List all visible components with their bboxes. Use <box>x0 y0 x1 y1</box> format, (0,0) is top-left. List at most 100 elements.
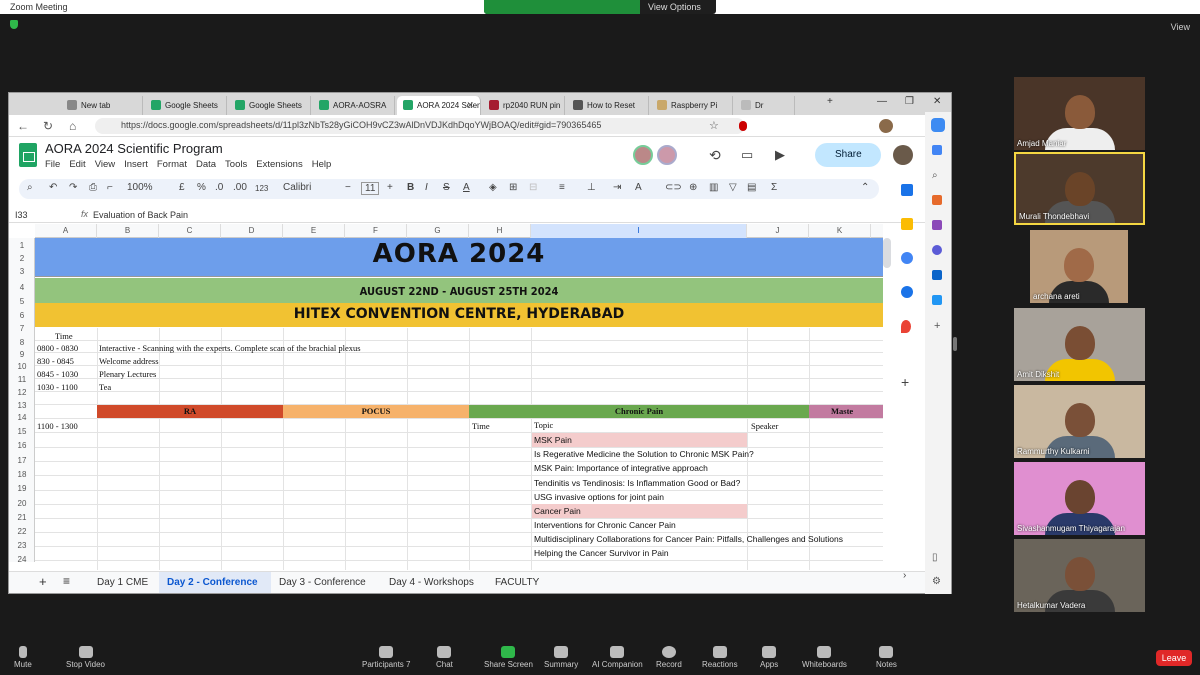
security-shield-icon[interactable] <box>10 20 18 29</box>
column-header[interactable]: H <box>469 224 531 238</box>
column-header[interactable]: G <box>407 224 469 238</box>
redo-icon[interactable]: ↷ <box>69 182 77 193</box>
new-tab-icon[interactable]: + <box>827 96 833 107</box>
maps-icon[interactable] <box>901 320 911 333</box>
text-color-icon[interactable]: A <box>463 182 470 193</box>
topic-cell[interactable]: Helping the Cancer Survivor in Pain <box>534 548 669 558</box>
all-sheets-icon[interactable]: ≡ <box>63 574 70 588</box>
tasks-icon[interactable] <box>901 252 913 264</box>
history-icon[interactable]: ⟲ <box>709 147 721 164</box>
participant-video[interactable]: Amit Dikshit <box>1014 308 1145 381</box>
menu-data[interactable]: Data <box>196 159 216 170</box>
row-header[interactable]: 20 <box>9 499 35 508</box>
tab[interactable]: Raspberry Pi <box>651 96 733 115</box>
increase-decimal[interactable]: .00 <box>233 182 247 193</box>
extension-icon[interactable] <box>739 121 747 131</box>
profile-avatar[interactable] <box>879 119 893 133</box>
tab[interactable]: rp2040 RUN pin <box>483 96 565 115</box>
row-header[interactable]: 21 <box>9 513 35 522</box>
telegram-icon[interactable] <box>932 295 942 305</box>
row-header[interactable]: 22 <box>9 527 35 536</box>
column-time-label[interactable]: Time <box>472 421 490 431</box>
edge-m365-icon[interactable] <box>932 245 942 255</box>
schedule-desc[interactable]: Welcome address <box>99 356 159 366</box>
participant-video[interactable]: Hetalkumar Vadera <box>1014 539 1145 612</box>
formula-input[interactable]: Evaluation of Back Pain <box>93 210 188 220</box>
print-icon[interactable]: ⎙ <box>89 182 97 193</box>
functions-icon[interactable]: Σ <box>771 182 777 193</box>
record-button[interactable]: Record <box>656 646 682 669</box>
time-header[interactable]: Time <box>55 331 73 341</box>
font-select[interactable]: Calibri <box>283 182 311 193</box>
column-speaker-label[interactable]: Speaker <box>751 421 778 431</box>
column-header[interactable]: K <box>809 224 871 238</box>
topic-cell[interactable]: Interventions for Chronic Cancer Pain <box>534 520 676 530</box>
topic-cell[interactable]: Multidisciplinary Collaborations for Can… <box>534 534 843 544</box>
reload-icon[interactable]: ↻ <box>43 119 53 133</box>
topic-cell[interactable]: MSK Pain <box>534 435 572 445</box>
participant-video[interactable]: archana areti <box>1030 230 1128 303</box>
tab[interactable]: Google Sheets <box>145 96 227 115</box>
participant-video[interactable]: Amjad Maniar <box>1014 77 1145 150</box>
tab-active[interactable]: AORA 2024 Scientific✕ <box>397 96 481 115</box>
decrease-decimal[interactable]: .0 <box>215 182 223 193</box>
row-header[interactable]: 13 <box>9 401 35 410</box>
home-icon[interactable]: ⌂ <box>69 119 76 133</box>
edge-tools-icon[interactable] <box>932 195 942 205</box>
add-sheet-icon[interactable]: + <box>39 574 47 589</box>
menu-file[interactable]: File <box>45 159 60 170</box>
video-call-icon[interactable]: ▶ <box>775 147 785 163</box>
row-header[interactable]: 1 <box>9 241 35 250</box>
schedule-time[interactable]: 1030 - 1100 <box>37 382 78 392</box>
schedule-desc[interactable]: Interactive - Scanning with the experts.… <box>99 343 361 353</box>
row-header[interactable]: 3 <box>9 267 35 276</box>
schedule-desc[interactable]: Plenary Lectures <box>99 369 156 379</box>
comment-icon[interactable]: ▭ <box>741 147 753 163</box>
row-header[interactable]: 17 <box>9 456 35 465</box>
schedule-time[interactable]: 830 - 0845 <box>37 356 74 366</box>
search-icon[interactable]: ⌕ <box>27 182 33 193</box>
column-header[interactable]: D <box>221 224 283 238</box>
sheet-tab-active[interactable]: Day 2 - Conference <box>167 577 258 588</box>
tab[interactable]: Google Sheets <box>229 96 311 115</box>
ai-companion-button[interactable]: AI Companion <box>592 646 643 669</box>
add-sidebar-icon[interactable]: + <box>934 320 940 332</box>
get-addons-icon[interactable]: + <box>901 374 909 390</box>
active-speaker-video[interactable]: Murali Thondebhavi <box>1014 152 1145 225</box>
reactions-button[interactable]: Reactions <box>702 646 738 669</box>
schedule-desc[interactable]: Tea <box>99 382 111 392</box>
restore-icon[interactable]: ❐ <box>905 96 914 107</box>
column-header[interactable]: E <box>283 224 345 238</box>
filter-views-icon[interactable]: ▤ <box>747 182 756 193</box>
tab[interactable]: AORA-AOSRA <box>313 96 395 115</box>
minimize-icon[interactable]: — <box>877 96 887 107</box>
row-header[interactable]: 6 <box>9 311 35 320</box>
notes-button[interactable]: Notes <box>876 646 897 669</box>
topic-cell[interactable]: MSK Pain: Importance of integrative appr… <box>534 463 708 473</box>
row-header[interactable]: 7 <box>9 324 35 333</box>
collaborator-avatar[interactable] <box>633 145 653 165</box>
sidebar-toggle-icon[interactable]: ▯ <box>932 552 938 563</box>
align-vertical-icon[interactable]: ⊥ <box>587 182 596 193</box>
row-header[interactable]: 16 <box>9 441 35 450</box>
merge-cells-icon[interactable]: ⊟ <box>529 182 537 193</box>
bookmark-star-icon[interactable]: ☆ <box>709 119 719 132</box>
leave-button[interactable]: Leave <box>1156 650 1192 666</box>
mute-button[interactable]: Mute <box>14 646 32 669</box>
menu-insert[interactable]: Insert <box>124 159 148 170</box>
contacts-icon[interactable] <box>901 286 913 298</box>
view-button[interactable]: View <box>1171 22 1190 32</box>
align-horizontal-icon[interactable]: ≡ <box>559 182 565 193</box>
row-header[interactable]: 4 <box>9 283 35 292</box>
link-icon[interactable]: ⊂⊃ <box>665 182 682 193</box>
text-wrap-icon[interactable]: ⇥ <box>613 182 621 193</box>
font-size-decrease[interactable]: − <box>345 182 351 193</box>
copilot-icon[interactable] <box>931 118 945 132</box>
apps-button[interactable]: Apps <box>760 646 778 669</box>
column-header[interactable]: A <box>35 224 97 238</box>
menu-help[interactable]: Help <box>312 159 332 170</box>
undo-icon[interactable]: ↶ <box>49 182 57 193</box>
close-icon[interactable]: ✕ <box>466 100 474 111</box>
row-header[interactable]: 8 <box>9 338 35 347</box>
row-header[interactable]: 12 <box>9 388 35 397</box>
